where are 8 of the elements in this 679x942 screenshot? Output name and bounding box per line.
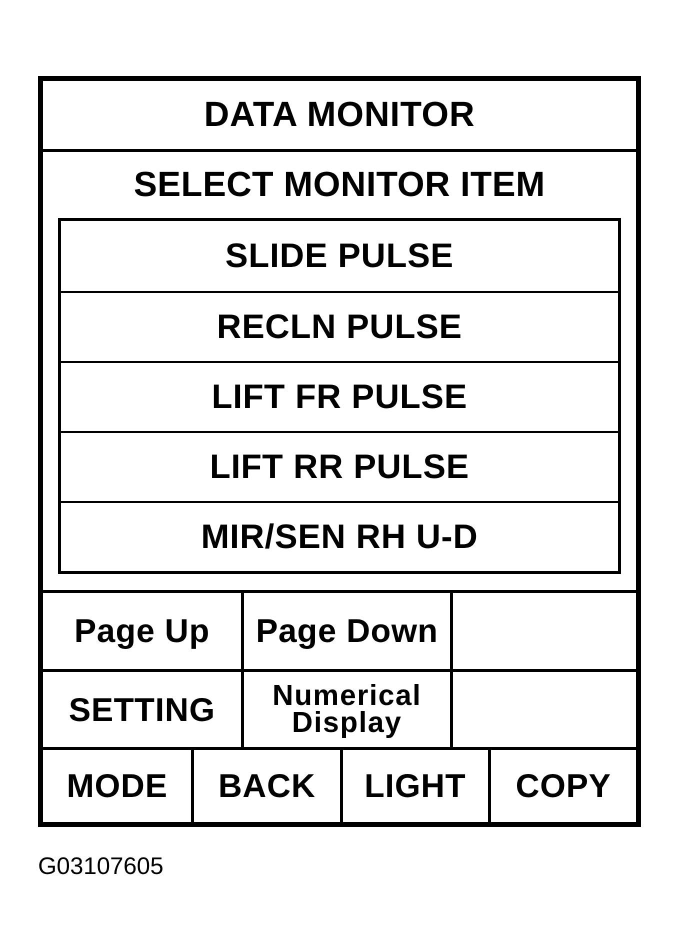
function-key-button[interactable]: COPY bbox=[488, 747, 636, 822]
figure-code: G03107605 bbox=[38, 853, 164, 881]
screen-title: DATA MONITOR bbox=[43, 81, 636, 152]
function-key-button[interactable]: BACK bbox=[191, 747, 340, 822]
soft-key-button[interactable]: Page Down bbox=[241, 590, 450, 669]
prompt-heading: SELECT MONITOR ITEM bbox=[132, 164, 546, 206]
soft-key-button[interactable]: Numerical Display bbox=[241, 669, 450, 747]
function-key-button[interactable]: LIGHT bbox=[340, 747, 488, 822]
